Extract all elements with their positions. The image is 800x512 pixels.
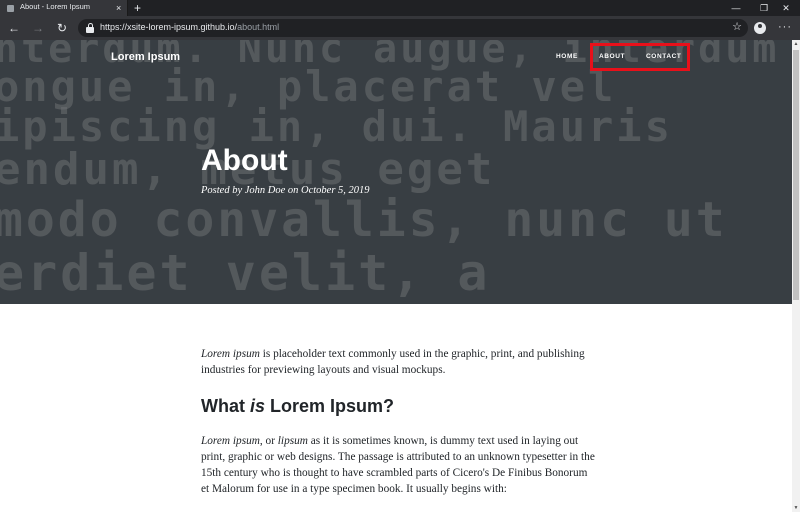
brand-link[interactable]: Lorem Ipsum: [111, 51, 180, 63]
emphasis: Lorem ipsum: [201, 435, 260, 447]
page-scrollbar[interactable]: ▲ ▼: [792, 40, 800, 512]
close-window-icon[interactable]: ✕: [772, 0, 800, 16]
page-viewport: nterdum. Nunc augue, interdum ongue in, …: [0, 40, 792, 512]
refresh-icon[interactable]: ↻: [54, 20, 70, 36]
url-text[interactable]: https://xsite-lorem-ipsum.github.io/abou…: [100, 22, 279, 32]
browser-toolbar: ← → ↻ https://xsite-lorem-ipsum.github.i…: [0, 16, 800, 40]
emphasis: Lorem ipsum: [201, 348, 260, 360]
hero-header: nterdum. Nunc augue, interdum ongue in, …: [0, 40, 792, 304]
section-heading: What is Lorem Ipsum?: [201, 396, 395, 416]
star-icon[interactable]: ☆: [732, 20, 742, 33]
forward-icon[interactable]: →: [30, 20, 46, 36]
post-meta: Posted by John Doe on October 5, 2019: [201, 185, 370, 196]
minimize-icon[interactable]: —: [722, 0, 750, 16]
body-paragraph: Lorem ipsum, or lipsum as it is sometime…: [201, 435, 595, 495]
back-icon[interactable]: ←: [6, 20, 22, 36]
intro-paragraph: Lorem ipsum is placeholder text commonly…: [201, 346, 596, 378]
avatar-icon[interactable]: [754, 22, 766, 34]
browser-tab[interactable]: About - Lorem Ipsum ×: [0, 0, 128, 16]
nav-home[interactable]: HOME: [556, 53, 578, 60]
browser-tab-bar: About - Lorem Ipsum × + — ❐ ✕: [0, 0, 800, 16]
hero-overlay: [0, 40, 792, 304]
lock-icon[interactable]: [86, 23, 94, 33]
highlight-annotation: [590, 43, 690, 71]
tab-title: About - Lorem Ipsum: [20, 2, 91, 11]
scroll-up-icon[interactable]: ▲: [792, 40, 800, 48]
article-content: Lorem ipsum is placeholder text commonly…: [201, 346, 596, 497]
close-tab-icon[interactable]: ×: [116, 1, 121, 15]
favicon-icon: [7, 5, 14, 12]
more-icon[interactable]: ···: [778, 20, 792, 34]
emphasis: lipsum: [277, 435, 308, 447]
new-tab-button[interactable]: +: [134, 0, 141, 16]
address-bar[interactable]: https://xsite-lorem-ipsum.github.io/abou…: [78, 19, 748, 37]
scroll-down-icon[interactable]: ▼: [792, 504, 800, 512]
scroll-thumb[interactable]: [793, 50, 799, 300]
page-title: About: [201, 144, 288, 177]
